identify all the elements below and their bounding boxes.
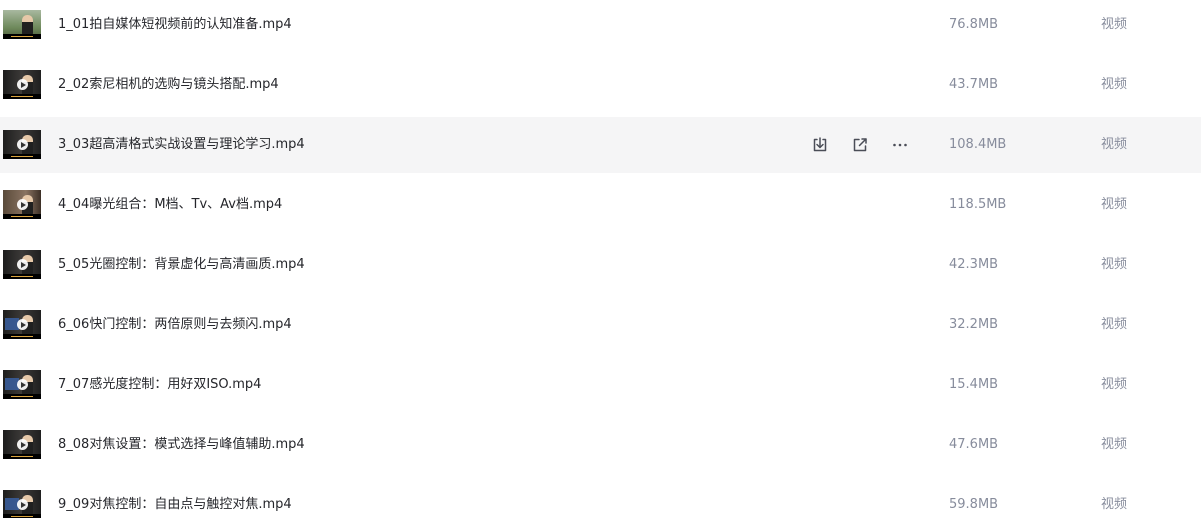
file-row[interactable]: 2_02索尼相机的选购与镜头搭配.mp4 43.7MB 视频 (0, 57, 1201, 113)
video-thumbnail (3, 10, 41, 39)
file-row[interactable]: 1_01拍自媒体短视频前的认知准备.mp4 76.8MB 视频 (0, 0, 1201, 53)
file-name[interactable]: 8_08对焦设置：模式选择与峰值辅助.mp4 (58, 417, 305, 473)
file-type: 视频 (1101, 77, 1128, 92)
file-list: 1_01拍自媒体短视频前的认知准备.mp4 76.8MB 视频 2_02索尼相机… (0, 0, 1201, 518)
play-icon (17, 499, 28, 510)
play-icon (17, 379, 28, 390)
file-size: 32.2MB (949, 317, 999, 332)
file-size: 42.3MB (949, 257, 999, 272)
share-icon[interactable] (848, 133, 872, 157)
play-icon (17, 259, 28, 270)
video-thumbnail (3, 190, 41, 219)
file-size: 43.7MB (949, 77, 999, 92)
file-type: 视频 (1101, 197, 1128, 212)
file-row[interactable]: 7_07感光度控制：用好双ISO.mp4 15.4MB 视频 (0, 357, 1201, 413)
file-size: 76.8MB (949, 17, 999, 32)
video-thumbnail (3, 430, 41, 459)
video-thumbnail (3, 370, 41, 399)
download-icon[interactable] (808, 133, 832, 157)
play-icon (17, 439, 28, 450)
file-name[interactable]: 7_07感光度控制：用好双ISO.mp4 (58, 357, 261, 413)
video-thumbnail (3, 250, 41, 279)
file-name[interactable]: 3_03超高清格式实战设置与理论学习.mp4 (58, 117, 305, 173)
file-size: 15.4MB (949, 377, 999, 392)
video-thumbnail (3, 70, 41, 99)
file-name[interactable]: 2_02索尼相机的选购与镜头搭配.mp4 (58, 57, 279, 113)
file-row[interactable]: 5_05光圈控制：背景虚化与高清画质.mp4 42.3MB 视频 (0, 237, 1201, 293)
file-row[interactable]: 6_06快门控制：两倍原则与去频闪.mp4 32.2MB 视频 (0, 297, 1201, 353)
file-size: 59.8MB (949, 497, 999, 512)
file-name[interactable]: 4_04曝光组合：M档、Tv、Av档.mp4 (58, 177, 282, 233)
file-size: 108.4MB (949, 137, 1007, 152)
file-size: 47.6MB (949, 437, 999, 452)
file-type: 视频 (1101, 317, 1128, 332)
file-type: 视频 (1101, 137, 1128, 152)
file-name[interactable]: 5_05光圈控制：背景虚化与高清画质.mp4 (58, 237, 305, 293)
play-icon (17, 139, 28, 150)
file-type: 视频 (1101, 497, 1128, 512)
file-type: 视频 (1101, 437, 1128, 452)
file-name[interactable]: 6_06快门控制：两倍原则与去频闪.mp4 (58, 297, 292, 353)
play-icon (17, 199, 28, 210)
file-size: 118.5MB (949, 197, 1007, 212)
video-thumbnail (3, 490, 41, 518)
more-icon[interactable] (888, 133, 912, 157)
file-type: 视频 (1101, 257, 1128, 272)
file-name[interactable]: 1_01拍自媒体短视频前的认知准备.mp4 (58, 0, 292, 53)
file-name[interactable]: 9_09对焦控制：自由点与触控对焦.mp4 (58, 477, 292, 518)
file-row[interactable]: 4_04曝光组合：M档、Tv、Av档.mp4 118.5MB 视频 (0, 177, 1201, 233)
file-type: 视频 (1101, 17, 1128, 32)
play-icon (17, 319, 28, 330)
file-row[interactable]: 9_09对焦控制：自由点与触控对焦.mp4 59.8MB 视频 (0, 477, 1201, 518)
file-row[interactable]: 8_08对焦设置：模式选择与峰值辅助.mp4 47.6MB 视频 (0, 417, 1201, 473)
video-thumbnail (3, 130, 41, 159)
play-icon (17, 79, 28, 90)
file-type: 视频 (1101, 377, 1128, 392)
video-thumbnail (3, 310, 41, 339)
file-row-hovered[interactable]: 3_03超高清格式实战设置与理论学习.mp4 108.4MB 视频 (0, 117, 1201, 173)
